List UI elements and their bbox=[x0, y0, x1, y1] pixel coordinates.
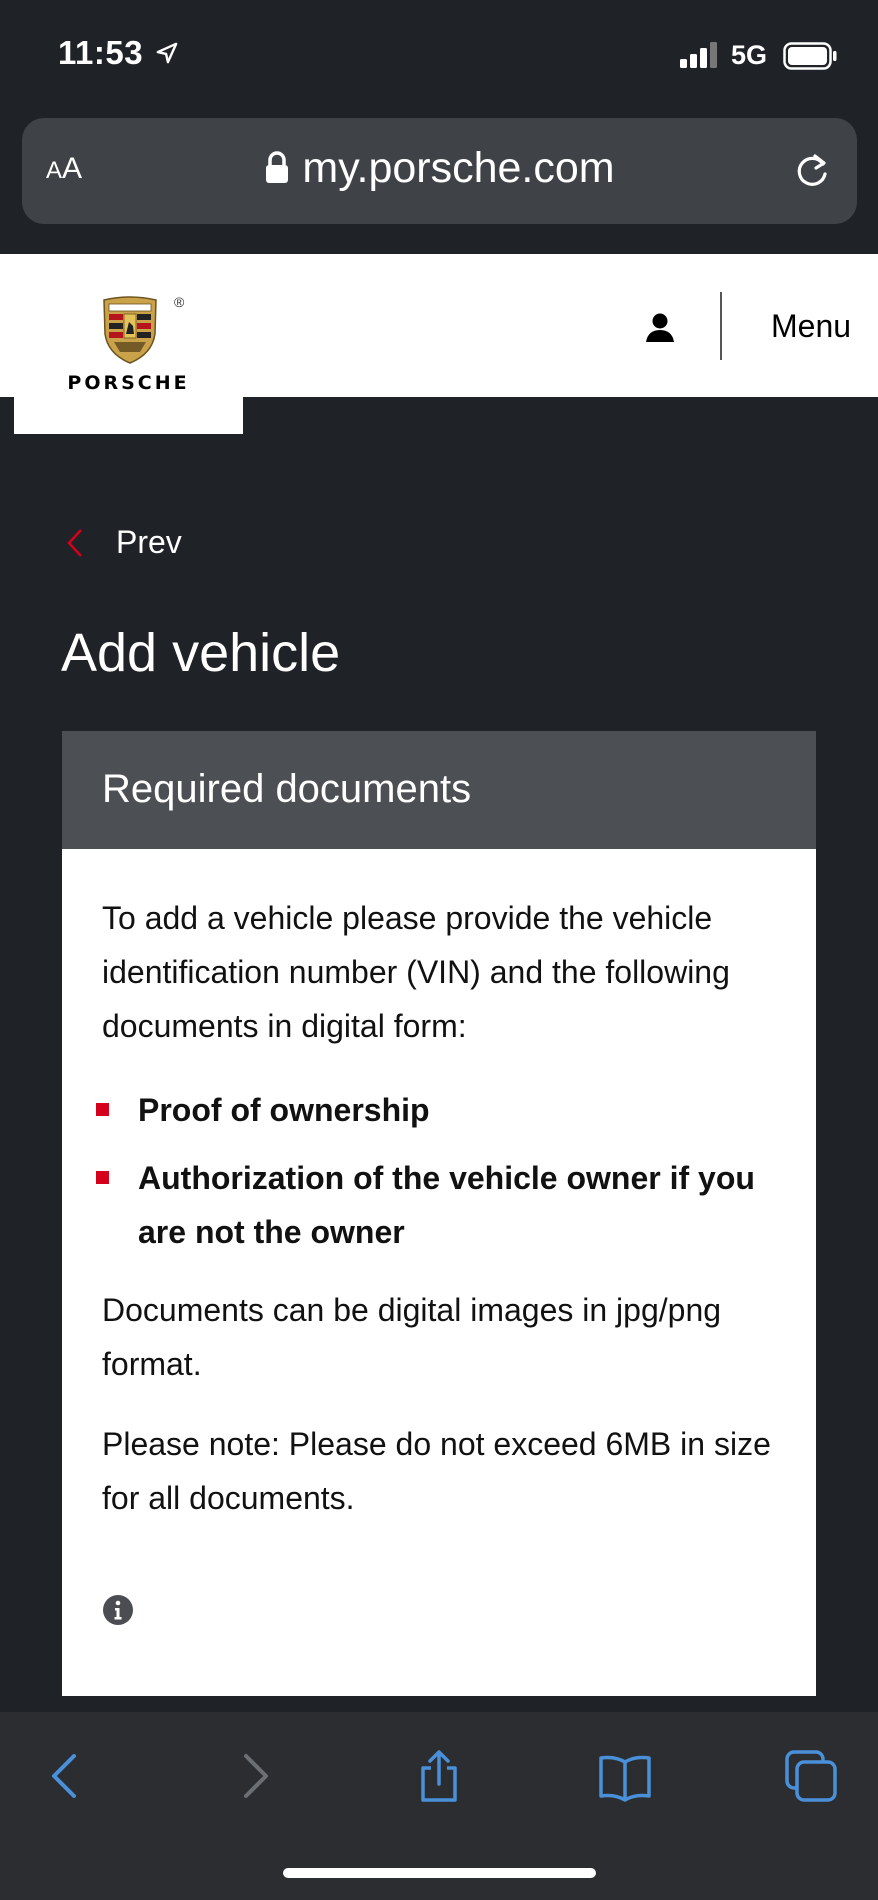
info-icon[interactable] bbox=[102, 1594, 134, 1626]
porsche-wordmark: PORSCHE bbox=[67, 372, 190, 394]
lock-icon bbox=[266, 151, 289, 183]
document-list: Proof of ownership Authorization of the … bbox=[96, 1083, 782, 1259]
list-item: Authorization of the vehicle owner if yo… bbox=[96, 1151, 782, 1259]
url-text: my.porsche.com bbox=[302, 144, 615, 192]
forward-arrow-icon[interactable] bbox=[226, 1748, 282, 1804]
reload-icon[interactable] bbox=[793, 152, 831, 190]
battery-icon bbox=[783, 42, 837, 70]
document-label: Authorization of the vehicle owner if yo… bbox=[138, 1160, 755, 1250]
header-divider bbox=[720, 292, 722, 360]
porsche-logo[interactable]: ® PORSCHE bbox=[14, 254, 243, 434]
user-icon[interactable] bbox=[644, 311, 676, 343]
intro-text: To add a vehicle please provide the vehi… bbox=[102, 900, 730, 1044]
cellular-signal-icon bbox=[680, 42, 717, 68]
card-header: Required documents bbox=[62, 731, 816, 849]
network-type: 5G bbox=[731, 40, 768, 70]
prev-label: Prev bbox=[116, 524, 182, 560]
card-body: To add a vehicle please provide the vehi… bbox=[96, 891, 782, 1525]
registered-mark: ® bbox=[174, 294, 185, 310]
address-bar[interactable]: AA my.porsche.com bbox=[22, 118, 857, 224]
chevron-left-icon bbox=[67, 528, 82, 557]
size-note: Please note: Please do not exceed 6MB in… bbox=[102, 1426, 771, 1516]
bullet-square-icon bbox=[96, 1171, 109, 1184]
card-title: Required documents bbox=[102, 767, 472, 811]
prev-link[interactable]: Prev bbox=[66, 524, 182, 561]
porsche-crest-icon bbox=[103, 296, 157, 364]
bookmarks-icon[interactable] bbox=[597, 1748, 653, 1804]
format-note: Documents can be digital images in jpg/p… bbox=[102, 1292, 722, 1382]
back-arrow-icon[interactable] bbox=[38, 1748, 94, 1804]
required-documents-card: Required documents To add a vehicle plea… bbox=[62, 731, 816, 1696]
location-arrow-icon bbox=[156, 42, 178, 64]
list-item: Proof of ownership bbox=[96, 1083, 782, 1137]
status-bar: 11:53 5G bbox=[0, 0, 878, 112]
home-indicator[interactable] bbox=[283, 1868, 596, 1878]
document-label: Proof of ownership bbox=[138, 1092, 430, 1128]
share-icon[interactable] bbox=[411, 1748, 467, 1804]
menu-button[interactable]: Menu bbox=[771, 308, 851, 345]
url-display[interactable]: my.porsche.com bbox=[22, 144, 857, 193]
page-title: Add vehicle bbox=[61, 623, 341, 683]
bullet-square-icon bbox=[96, 1103, 109, 1116]
tabs-icon[interactable] bbox=[783, 1748, 839, 1804]
status-time: 11:53 bbox=[58, 34, 144, 71]
